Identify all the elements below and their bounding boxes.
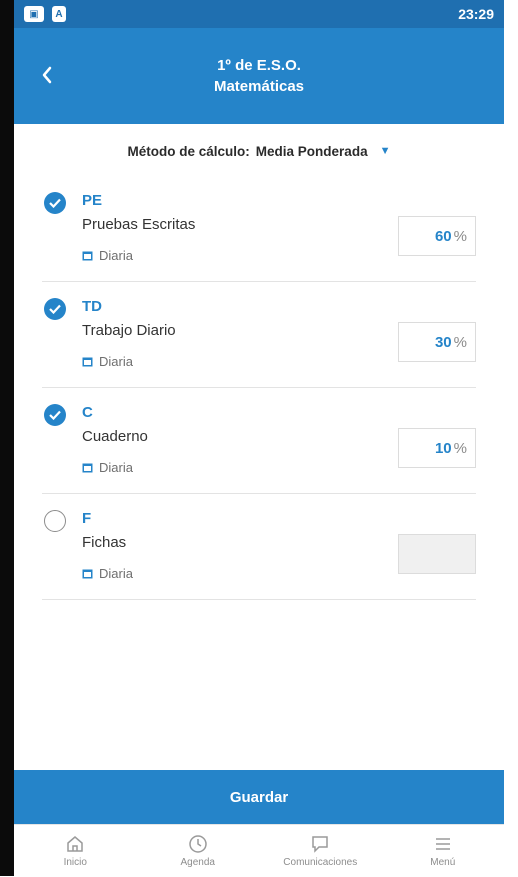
calendar-icon: [82, 251, 93, 261]
save-button[interactable]: Guardar: [14, 770, 504, 824]
item-frequency: Diaria: [82, 354, 133, 369]
percent-input[interactable]: 10 %: [398, 428, 476, 468]
nav-label: Inicio: [63, 857, 87, 868]
home-icon: [67, 836, 83, 852]
item-code: C: [82, 404, 93, 421]
clock-icon: [189, 835, 207, 853]
app: ▣ A 23:29 1º de E.S.O. Matemáticas Métod…: [14, 0, 504, 877]
percent-input[interactable]: 30 %: [398, 322, 476, 362]
percent-unit: %: [453, 333, 467, 351]
back-button[interactable]: [32, 60, 62, 90]
frequency-label: Diaria: [99, 566, 133, 581]
list-item: TD Trabajo Diario Diaria 30 %: [42, 282, 476, 388]
nav-item-menu[interactable]: Menú: [393, 834, 493, 868]
checkbox-checked[interactable]: [44, 298, 66, 320]
item-code: TD: [82, 298, 102, 315]
status-bar: ▣ A 23:29: [14, 0, 504, 28]
nav-item-comunicaciones[interactable]: Comunicaciones: [270, 834, 370, 868]
a-icon: A: [52, 6, 66, 22]
check-icon: [49, 410, 61, 420]
item-frequency: Diaria: [82, 566, 133, 581]
frequency-label: Diaria: [99, 460, 133, 475]
item-name: Trabajo Diario: [82, 322, 176, 339]
chevron-down-icon: ▼: [379, 145, 391, 157]
percent-input[interactable]: [398, 534, 476, 574]
evaluation-list: PE Pruebas Escritas Diaria 60 % TD Traba…: [14, 176, 504, 600]
percent-input[interactable]: 60 %: [398, 216, 476, 256]
frequency-label: Diaria: [99, 248, 133, 263]
percent-value: 10: [434, 439, 452, 457]
item-name: Cuaderno: [82, 428, 148, 445]
checkbox-checked[interactable]: [44, 404, 66, 426]
item-name: Fichas: [82, 534, 127, 551]
item-name: Pruebas Escritas: [82, 216, 196, 233]
percent-unit: %: [453, 439, 467, 457]
nav-item-agenda[interactable]: Agenda: [148, 834, 248, 868]
menu-icon: [435, 838, 450, 850]
list-item: C Cuaderno Diaria 10 %: [42, 388, 476, 494]
page-subtitle: Matemáticas: [213, 78, 305, 95]
left-screen-border: [0, 0, 14, 876]
chat-icon: [312, 836, 328, 853]
item-code: F: [82, 510, 92, 527]
list-item: F Fichas Diaria: [42, 494, 476, 600]
item-frequency: Diaria: [82, 248, 133, 263]
status-icons: ▣ A: [24, 6, 66, 22]
percent-value: 60: [434, 227, 452, 245]
item-code: PE: [82, 192, 103, 209]
list-item: PE Pruebas Escritas Diaria 60 %: [42, 176, 476, 282]
nav-label: Menú: [430, 857, 456, 868]
check-icon: [49, 304, 61, 314]
calc-method-label: Método de cálculo:: [127, 143, 250, 159]
page-title: 1º de E.S.O.: [217, 57, 301, 74]
calendar-icon: [82, 569, 93, 579]
nav-label: Agenda: [180, 857, 215, 868]
check-icon: [49, 198, 61, 208]
status-time: 23:29: [458, 6, 494, 22]
checkbox-unchecked[interactable]: [44, 510, 66, 532]
bottom-nav: Inicio Agenda Comunicaciones Menú: [14, 824, 504, 877]
nav-item-inicio[interactable]: Inicio: [25, 834, 125, 868]
nav-label: Comunicaciones: [283, 857, 358, 868]
checkbox-checked[interactable]: [44, 192, 66, 214]
chevron-left-icon: [42, 66, 52, 84]
calendar-icon: [82, 357, 93, 367]
calc-method-value: Media Ponderada: [255, 143, 368, 159]
calc-method-selector[interactable]: Método de cálculo: Media Ponderada ▼: [14, 126, 504, 176]
percent-value: 30: [434, 333, 452, 351]
calendar-icon: [82, 463, 93, 473]
item-frequency: Diaria: [82, 460, 133, 475]
frequency-label: Diaria: [99, 354, 133, 369]
header: 1º de E.S.O. Matemáticas: [14, 28, 504, 124]
app-notification-icon: ▣: [24, 6, 44, 22]
percent-unit: %: [453, 227, 467, 245]
